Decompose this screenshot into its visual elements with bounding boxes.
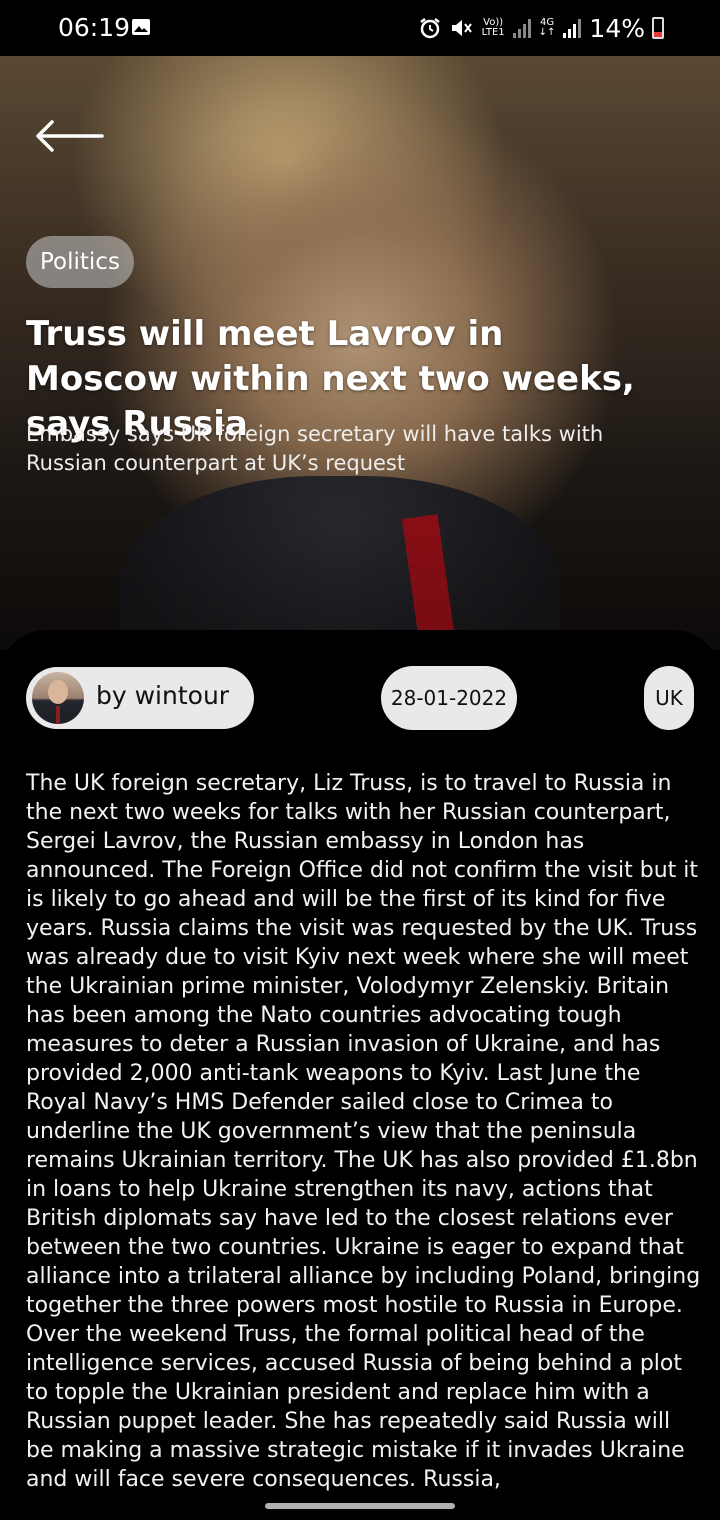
- volte-indicator: Vo)) LTE1: [481, 17, 505, 38]
- status-icons: Vo)) LTE1 4G ↓↑ 14%: [418, 12, 664, 44]
- signal-icon: [563, 19, 582, 38]
- category-badge[interactable]: Politics: [26, 236, 134, 288]
- date-chip: 28-01-2022: [381, 666, 517, 730]
- author-name: by wintour: [96, 681, 230, 710]
- article-subtitle: Embassy says UK foreign secretary will h…: [26, 422, 604, 475]
- home-indicator[interactable]: [265, 1503, 455, 1509]
- article-content: by wintour 28-01-2022 UK The UK foreign …: [0, 630, 720, 1520]
- signal-icon: [512, 19, 531, 38]
- battery-percent: 14%: [589, 13, 645, 43]
- battery-icon: [652, 17, 664, 39]
- status-bar: 06:19 Vo)) LTE1 4G ↓↑ 14%: [0, 0, 720, 56]
- alarm-icon: [419, 18, 440, 39]
- status-time: 06:19: [58, 13, 131, 42]
- hero-image: Politics Truss will meet Lavrov in Mosco…: [0, 56, 720, 650]
- avatar: [32, 672, 84, 724]
- mute-icon: [451, 20, 472, 36]
- author-chip[interactable]: by wintour: [26, 667, 254, 729]
- data-indicator: 4G ↓↑: [538, 17, 556, 38]
- article-body: The UK foreign secretary, Liz Truss, is …: [26, 771, 701, 1492]
- region-chip: UK: [644, 666, 694, 730]
- image-icon: [132, 19, 150, 35]
- back-arrow-icon[interactable]: [32, 116, 104, 156]
